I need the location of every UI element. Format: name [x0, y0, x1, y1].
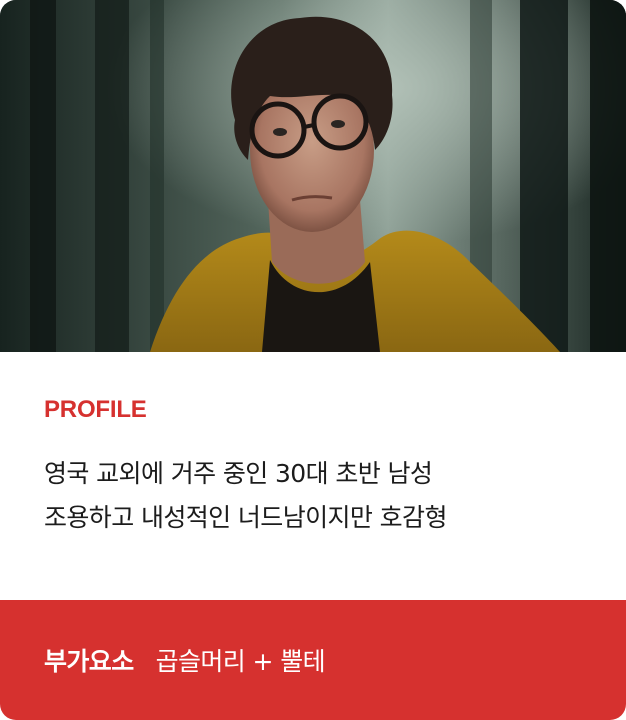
portrait-image	[0, 0, 626, 352]
profile-card: PROFILE 영국 교외에 거주 중인 30대 초반 남성 조용하고 내성적인…	[0, 0, 626, 720]
description-line: 조용하고 내성적인 너드남이지만 호감형	[44, 503, 447, 532]
extra-feature-label: 부가요소	[44, 647, 134, 676]
profile-description: 영국 교외에 거주 중인 30대 초반 남성 조용하고 내성적인 너드남이지만 …	[44, 452, 604, 540]
profile-section: PROFILE 영국 교외에 거주 중인 30대 초반 남성 조용하고 내성적인…	[0, 352, 626, 600]
extra-feature-bar: 부가요소 곱슬머리 + 뿔테	[0, 600, 626, 720]
profile-photo	[0, 0, 626, 352]
description-line: 영국 교외에 거주 중인 30대 초반 남성	[44, 459, 433, 488]
profile-label: PROFILE	[44, 396, 147, 423]
extra-feature-value: 곱슬머리 + 뿔테	[155, 647, 326, 676]
